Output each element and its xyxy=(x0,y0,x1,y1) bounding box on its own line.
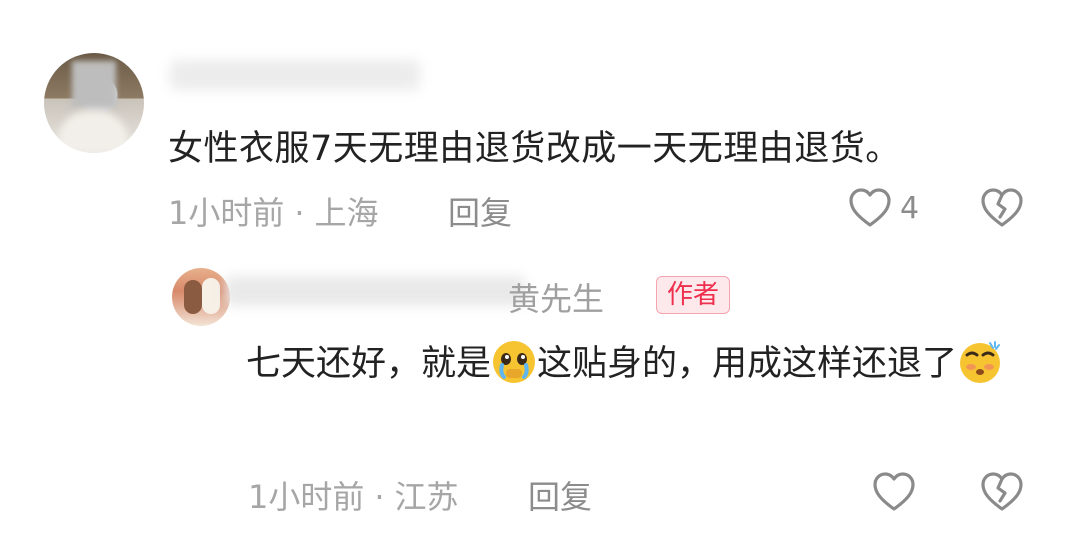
like-button[interactable]: 4 xyxy=(846,184,919,232)
avatar[interactable] xyxy=(172,268,230,326)
reply-button[interactable]: 回复 xyxy=(448,188,512,234)
reply-text: 七天还好，就是 这贴身的，用成这样还退了 xyxy=(246,337,1036,391)
comment-location: 上海 xyxy=(314,194,379,232)
broken-heart-icon xyxy=(981,188,1023,227)
reply-button[interactable]: 回复 xyxy=(528,472,592,518)
avatar[interactable] xyxy=(44,53,144,153)
reply-time: 1小时前 xyxy=(248,478,365,516)
crying-face-emoji xyxy=(493,341,536,383)
like-button[interactable] xyxy=(870,468,918,520)
reply-author-name[interactable]: 黄先生 xyxy=(508,274,604,320)
comment-meta: 1小时前 · 上海 xyxy=(168,194,379,232)
comment-text: 女性衣服7天无理由退货改成一天无理由退货。 xyxy=(168,129,901,169)
flushed-face-emoji xyxy=(960,341,1001,383)
dislike-button[interactable] xyxy=(978,184,1026,236)
broken-heart-icon xyxy=(981,472,1023,511)
author-badge: 作者 xyxy=(656,276,731,314)
dislike-button[interactable] xyxy=(978,468,1026,520)
username-blurred[interactable] xyxy=(225,276,525,306)
comment-time: 1小时前 xyxy=(168,194,285,232)
like-count: 4 xyxy=(900,190,920,226)
heart-outline-icon xyxy=(849,188,891,227)
username-blurred[interactable] xyxy=(170,60,420,90)
reply-text-part1: 七天还好，就是 xyxy=(246,344,492,384)
heart-outline-icon xyxy=(873,472,915,511)
reply-meta: 1小时前 · 江苏 xyxy=(248,478,459,516)
reply-location: 江苏 xyxy=(394,478,459,516)
reply-text-part2: 这贴身的，用成这样还退了 xyxy=(537,344,958,384)
